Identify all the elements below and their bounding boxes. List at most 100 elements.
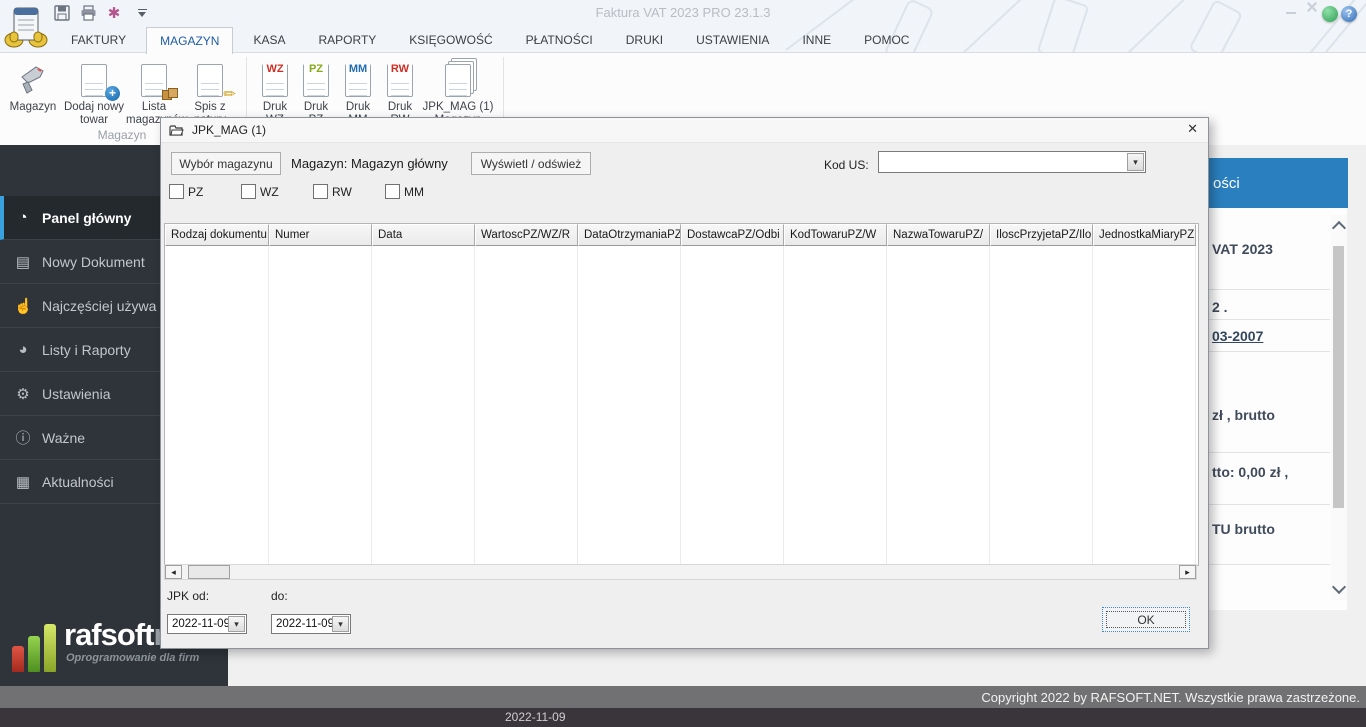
tab-label: INNE (802, 33, 832, 47)
kod-us-combobox[interactable]: ▾ (878, 151, 1146, 173)
checkbox-mm[interactable]: MM (385, 184, 457, 199)
tab-label: KASA (253, 33, 286, 47)
sidebar-item-wazne[interactable]: ⓘ Ważne (0, 416, 160, 460)
tab-druki[interactable]: DRUKI (613, 27, 676, 52)
date-from-combobox[interactable]: 2022-11-09 ▾ (167, 614, 247, 634)
chevron-down-icon[interactable]: ▾ (228, 616, 245, 632)
checkbox-label: WZ (260, 184, 279, 199)
tab-faktury[interactable]: FAKTURY (58, 27, 139, 52)
table-body-column (578, 246, 681, 565)
right-panel-text-fragment: tto: 0,00 zł , (1212, 464, 1289, 480)
divider (1209, 319, 1330, 320)
folder-icon (169, 124, 184, 136)
tab-inne[interactable]: INNE (789, 27, 844, 52)
table-header-row: Rodzaj dokumentu Numer Data WartoscPZ/WZ/R D… (165, 224, 1198, 246)
magazyn-button[interactable]: + ✏ Magazyn (4, 57, 62, 114)
checkbox-box[interactable] (169, 184, 184, 199)
table-horizontal-scrollbar[interactable]: ◂ ▸ (164, 564, 1197, 580)
boxes-icon (162, 88, 178, 100)
checkbox-wz[interactable]: WZ (241, 184, 313, 199)
table-column-header[interactable]: JednostkaMiaryPZ (1093, 224, 1196, 246)
checkbox-box[interactable] (241, 184, 256, 199)
ribbon-item-label: Magazyn (9, 101, 57, 113)
sidebar-item-icon: ◕ (18, 341, 28, 358)
plus-icon: + (105, 86, 120, 101)
sidebar-item-label: Ważne (42, 429, 86, 446)
document-icon: PZ (303, 63, 329, 97)
document-type-badge: MM (346, 63, 370, 75)
sidebar-item-listy-i-raporty[interactable]: ◕ Listy i Raporty (0, 328, 160, 372)
tab-label: USTAWIENIA (696, 33, 770, 47)
scroll-up-icon[interactable] (1331, 220, 1347, 236)
tab-kasa[interactable]: KASA (240, 27, 298, 52)
checkbox-pz[interactable]: PZ (169, 184, 241, 199)
table-column-header[interactable]: DataOtrzymaniaPZ (578, 224, 681, 246)
logo-tagline: Oprogramowanie dla firm (66, 652, 200, 664)
sidebar-item-label: Listy i Raporty (42, 341, 131, 358)
ribbon-item-label: Druk (262, 101, 288, 113)
right-panel-scrollbar[interactable] (1331, 215, 1347, 600)
checkbox-box[interactable] (385, 184, 400, 199)
wyswietl-odswiez-button[interactable]: Wyświetl / odśwież (471, 152, 591, 175)
ok-button[interactable]: OK (1102, 607, 1190, 632)
right-panel-text-fragment: 2 . (1212, 299, 1228, 315)
sidebar-item-icon: ▦ (15, 473, 31, 491)
table-body-column (681, 246, 784, 565)
tab-magazyn[interactable]: MAGAZYN (146, 27, 234, 54)
date-to-combobox[interactable]: 2022-11-09 ▾ (271, 614, 351, 634)
copyright-text: Copyright 2022 by RAFSOFT.NET. Wszystkie… (981, 689, 1360, 705)
right-panel-link-fragment[interactable]: 03-2007 (1212, 328, 1263, 344)
ribbon-item-label: Dodaj nowy (63, 101, 125, 113)
sidebar-item-aktualnosci[interactable]: ▦ Aktualności (0, 460, 160, 504)
wybor-magazynu-button[interactable]: Wybór magazynu (171, 152, 281, 175)
sidebar-item-najczesciej-uzywane[interactable]: ☝ Najczęściej używa (0, 284, 160, 328)
help-icon[interactable]: ? (1341, 6, 1357, 22)
scrollbar-thumb[interactable] (1333, 246, 1344, 508)
sidebar-item-panel-glowny[interactable]: ◔ Panel główny (0, 196, 160, 240)
chevron-down-icon[interactable]: ▾ (1127, 153, 1144, 171)
table-column-header[interactable]: NazwaTowaruPZ/ (887, 224, 990, 246)
tab-label: FAKTURY (71, 33, 127, 47)
table-column-header[interactable]: DostawcaPZ/Odbi (681, 224, 784, 246)
scroll-right-icon[interactable]: ▸ (1179, 565, 1196, 579)
tab-platnosci[interactable]: PŁATNOŚCI (513, 27, 606, 52)
right-panel-header: ości (1209, 158, 1348, 208)
table-body[interactable] (165, 246, 1198, 565)
dodaj-nowy-towar-button[interactable]: + ✏ Dodaj nowy towar (62, 57, 126, 127)
sidebar: ◔ Panel główny ▤ Nowy Dokument ☝ Najczęś… (0, 145, 160, 684)
table-column-header[interactable]: Data (372, 224, 475, 246)
scroll-left-icon[interactable]: ◂ (165, 565, 182, 579)
tab-label: RAPORTY (318, 33, 377, 47)
checkbox-rw[interactable]: RW (313, 184, 385, 199)
table-column-header[interactable]: KodTowaruPZ/W (784, 224, 887, 246)
table-column-header[interactable]: IloscPrzyjetaPZ/Ilo (990, 224, 1093, 246)
sidebar-item-label: Nowy Dokument (42, 253, 145, 270)
chevron-down-icon[interactable]: ▾ (332, 616, 349, 632)
sidebar-item-nowy-dokument[interactable]: ▤ Nowy Dokument (0, 240, 160, 284)
dialog-title-bar[interactable]: JPK_MAG (1) ✕ (161, 118, 1208, 143)
table-column-header[interactable]: WartoscPZ/WZ/R (475, 224, 578, 246)
table-column-header[interactable]: Numer (269, 224, 372, 246)
close-icon[interactable]: ✕ (1187, 121, 1198, 137)
sidebar-item-ustawienia[interactable]: ⚙ Ustawienia (0, 372, 160, 416)
tab-pomoc[interactable]: POMOC (851, 27, 922, 52)
checkbox-box[interactable] (313, 184, 328, 199)
ribbon-item-label: Druk (303, 101, 329, 113)
rafsoft-status-icon[interactable] (1322, 6, 1338, 22)
ribbon-item-label: JPK_MAG (1) (422, 101, 494, 113)
document-type-badge: PZ (304, 63, 328, 75)
tab-ustawienia[interactable]: USTAWIENIA (683, 27, 782, 52)
scrollbar-thumb[interactable] (188, 565, 230, 579)
table-column-header[interactable]: Rodzaj dokumentu (165, 224, 269, 246)
tab-label: POMOC (864, 33, 910, 47)
checkbox-label: MM (404, 184, 424, 199)
tab-raporty[interactable]: RAPORTY (305, 27, 389, 52)
sidebar-item-icon: ☝ (14, 297, 33, 315)
magazyn-label: Magazyn: Magazyn główny (291, 156, 448, 171)
ribbon-item-label: Druk (345, 101, 371, 113)
table-body-column (372, 246, 475, 565)
ribbon-item-label: towar (79, 114, 109, 126)
date-to-value: 2022-11-09 (276, 618, 334, 630)
scroll-down-icon[interactable] (1331, 579, 1347, 595)
tab-ksiegowosc[interactable]: KSIĘGOWOŚĆ (396, 27, 505, 52)
